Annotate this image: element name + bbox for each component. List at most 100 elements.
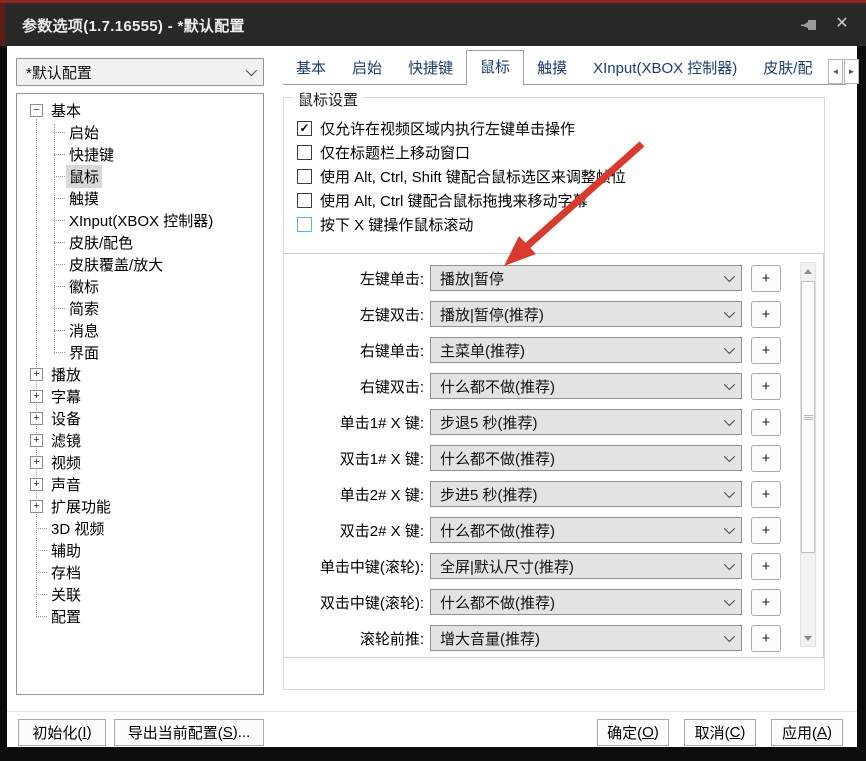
cancel-button[interactable]: 取消(C) xyxy=(684,719,756,746)
tree-item[interactable]: + 播放 xyxy=(17,363,263,385)
checkbox[interactable]: ✓ xyxy=(297,120,312,136)
chevron-down-icon xyxy=(723,414,736,427)
pin-icon[interactable] xyxy=(800,18,820,34)
tree-item[interactable]: + 设备 xyxy=(17,407,263,429)
add-button[interactable]: + xyxy=(751,588,781,616)
tree-item[interactable]: + 视频 xyxy=(17,451,263,473)
dropdown-value: 什么都不做(推荐) xyxy=(440,594,555,612)
tree-item[interactable]: 3D 视频 xyxy=(17,517,263,539)
tab-4[interactable]: 鼠标 xyxy=(466,50,525,85)
dropdown-value: 步退5 秒(推荐) xyxy=(440,414,538,432)
add-button[interactable]: + xyxy=(751,480,781,508)
add-button[interactable]: + xyxy=(751,264,781,292)
tree-item-label: 基本 xyxy=(51,102,82,120)
action-dropdown[interactable]: 什么都不做(推荐) xyxy=(430,373,742,399)
tree-item[interactable]: 皮肤覆盖/放大 xyxy=(17,253,263,275)
tree-item[interactable]: 消息 xyxy=(17,319,263,341)
tree-item[interactable]: 简索 xyxy=(17,297,263,319)
add-button[interactable]: + xyxy=(751,552,781,580)
tab-3[interactable]: 快捷键 xyxy=(395,53,466,84)
add-button[interactable]: + xyxy=(751,516,781,544)
tree-item[interactable]: 关联 xyxy=(17,583,263,605)
tree-item[interactable]: 存档 xyxy=(17,561,263,583)
tab-6[interactable]: XInput(XBOX 控制器) xyxy=(580,53,750,84)
tree-item[interactable]: 鼠标 xyxy=(17,164,263,188)
tree-item[interactable]: XInput(XBOX 控制器) xyxy=(17,209,263,231)
expand-icon[interactable]: + xyxy=(30,455,43,469)
action-row-label: 双击2# X 键: xyxy=(339,522,424,540)
action-dropdown[interactable]: 主菜单(推荐) xyxy=(430,337,742,363)
scroll-down-button[interactable] xyxy=(801,630,815,646)
chevron-down-icon xyxy=(723,270,736,283)
ok-button[interactable]: 确定(O) xyxy=(597,719,669,746)
action-dropdown[interactable]: 步退5 秒(推荐) xyxy=(430,409,742,435)
action-dropdown[interactable]: 什么都不做(推荐) xyxy=(430,589,742,615)
action-dropdown[interactable]: 什么都不做(推荐) xyxy=(430,445,742,471)
add-button[interactable]: + xyxy=(751,300,781,328)
action-row: 双击中键(滚轮): 什么都不做(推荐) + xyxy=(284,584,824,620)
checkbox[interactable] xyxy=(297,192,312,208)
tree-item[interactable]: 配置 xyxy=(17,605,263,627)
scroll-thumb[interactable] xyxy=(801,281,815,553)
tab-5[interactable]: 触摸 xyxy=(524,53,580,84)
tree-connector-icon xyxy=(36,549,47,551)
expand-icon[interactable]: + xyxy=(30,389,43,403)
title-bar: 参数选项(1.7.16555) - *默认配置 ✕ xyxy=(0,0,866,46)
expand-icon[interactable]: + xyxy=(30,411,43,425)
action-dropdown[interactable]: 增大音量(推荐) xyxy=(430,625,742,651)
thumb-grip-icon xyxy=(803,414,813,420)
tab-7[interactable]: 皮肤/配 xyxy=(750,53,825,84)
tree-item[interactable]: + 字幕 xyxy=(17,385,263,407)
tree-item[interactable]: 触摸 xyxy=(17,187,263,209)
action-dropdown[interactable]: 步进5 秒(推荐) xyxy=(430,481,742,507)
initialize-button[interactable]: 初始化(I) xyxy=(18,719,106,746)
tree-item-label: 视频 xyxy=(51,454,82,472)
tab-2[interactable]: 启始 xyxy=(339,53,395,84)
action-row: 左键双击: 播放|暂停(推荐) + xyxy=(284,296,824,332)
tree-item[interactable]: 启始 xyxy=(17,121,263,143)
tree-item[interactable]: + 扩展功能 xyxy=(17,495,263,517)
checkbox-label: 按下 X 键操作鼠标滚动 xyxy=(320,216,474,234)
tab-scroll-right-button[interactable]: ► xyxy=(844,59,859,84)
action-dropdown[interactable]: 播放|暂停(推荐) xyxy=(430,301,742,327)
export-config-button[interactable]: 导出当前配置(S)... xyxy=(114,719,264,746)
checkbox-row: 按下 X 键操作鼠标滚动 xyxy=(297,212,626,236)
tree-item[interactable]: 徽标 xyxy=(17,275,263,297)
tab-1[interactable]: 基本 xyxy=(283,53,339,84)
tree-panel[interactable]: − 基本 启始 快捷键 鼠标 触摸 XInput(XBOX 控制器) 皮肤/配色 皮肤覆盖/放大… xyxy=(16,93,264,695)
tree-item[interactable]: 皮肤/配色 xyxy=(17,231,263,253)
tree-item[interactable]: 辅助 xyxy=(17,539,263,561)
expand-icon[interactable]: + xyxy=(30,433,43,447)
tree-item[interactable]: + 声音 xyxy=(17,473,263,495)
expand-icon[interactable]: + xyxy=(30,477,43,491)
scroll-up-button[interactable] xyxy=(801,263,815,279)
add-button[interactable]: + xyxy=(751,408,781,436)
checkbox[interactable] xyxy=(297,144,312,160)
action-row-label: 右键双击: xyxy=(359,378,424,396)
add-button[interactable]: + xyxy=(751,372,781,400)
tab-scroll-left-button[interactable]: ◄ xyxy=(828,59,843,84)
checkbox[interactable] xyxy=(297,216,312,232)
action-dropdown[interactable]: 什么都不做(推荐) xyxy=(430,517,742,543)
tree-item[interactable]: + 滤镜 xyxy=(17,429,263,451)
collapse-icon[interactable]: − xyxy=(30,103,43,117)
checkbox-label: 仅在标题栏上移动窗口 xyxy=(320,144,471,162)
action-dropdown[interactable]: 全屏|默认尺寸(推荐) xyxy=(430,553,742,579)
add-button[interactable]: + xyxy=(751,624,781,652)
profile-select[interactable]: *默认配置 xyxy=(16,58,264,86)
checkbox[interactable] xyxy=(297,168,312,184)
close-icon[interactable]: ✕ xyxy=(831,12,853,36)
apply-button[interactable]: 应用(A) xyxy=(771,719,843,746)
action-row-label: 双击中键(滚轮): xyxy=(319,594,424,612)
vertical-scrollbar[interactable] xyxy=(800,262,816,647)
tree-item[interactable]: 快捷键 xyxy=(17,143,263,165)
expand-icon[interactable]: + xyxy=(30,367,43,381)
add-button[interactable]: + xyxy=(751,336,781,364)
add-button[interactable]: + xyxy=(751,444,781,472)
tree-item-label: 扩展功能 xyxy=(51,498,112,516)
tree-item[interactable]: 界面 xyxy=(17,341,263,363)
expand-icon[interactable]: + xyxy=(30,499,43,513)
tree-connector-icon xyxy=(54,285,65,287)
tree-item[interactable]: − 基本 xyxy=(17,99,263,121)
action-dropdown[interactable]: 播放|暂停 xyxy=(430,265,742,291)
